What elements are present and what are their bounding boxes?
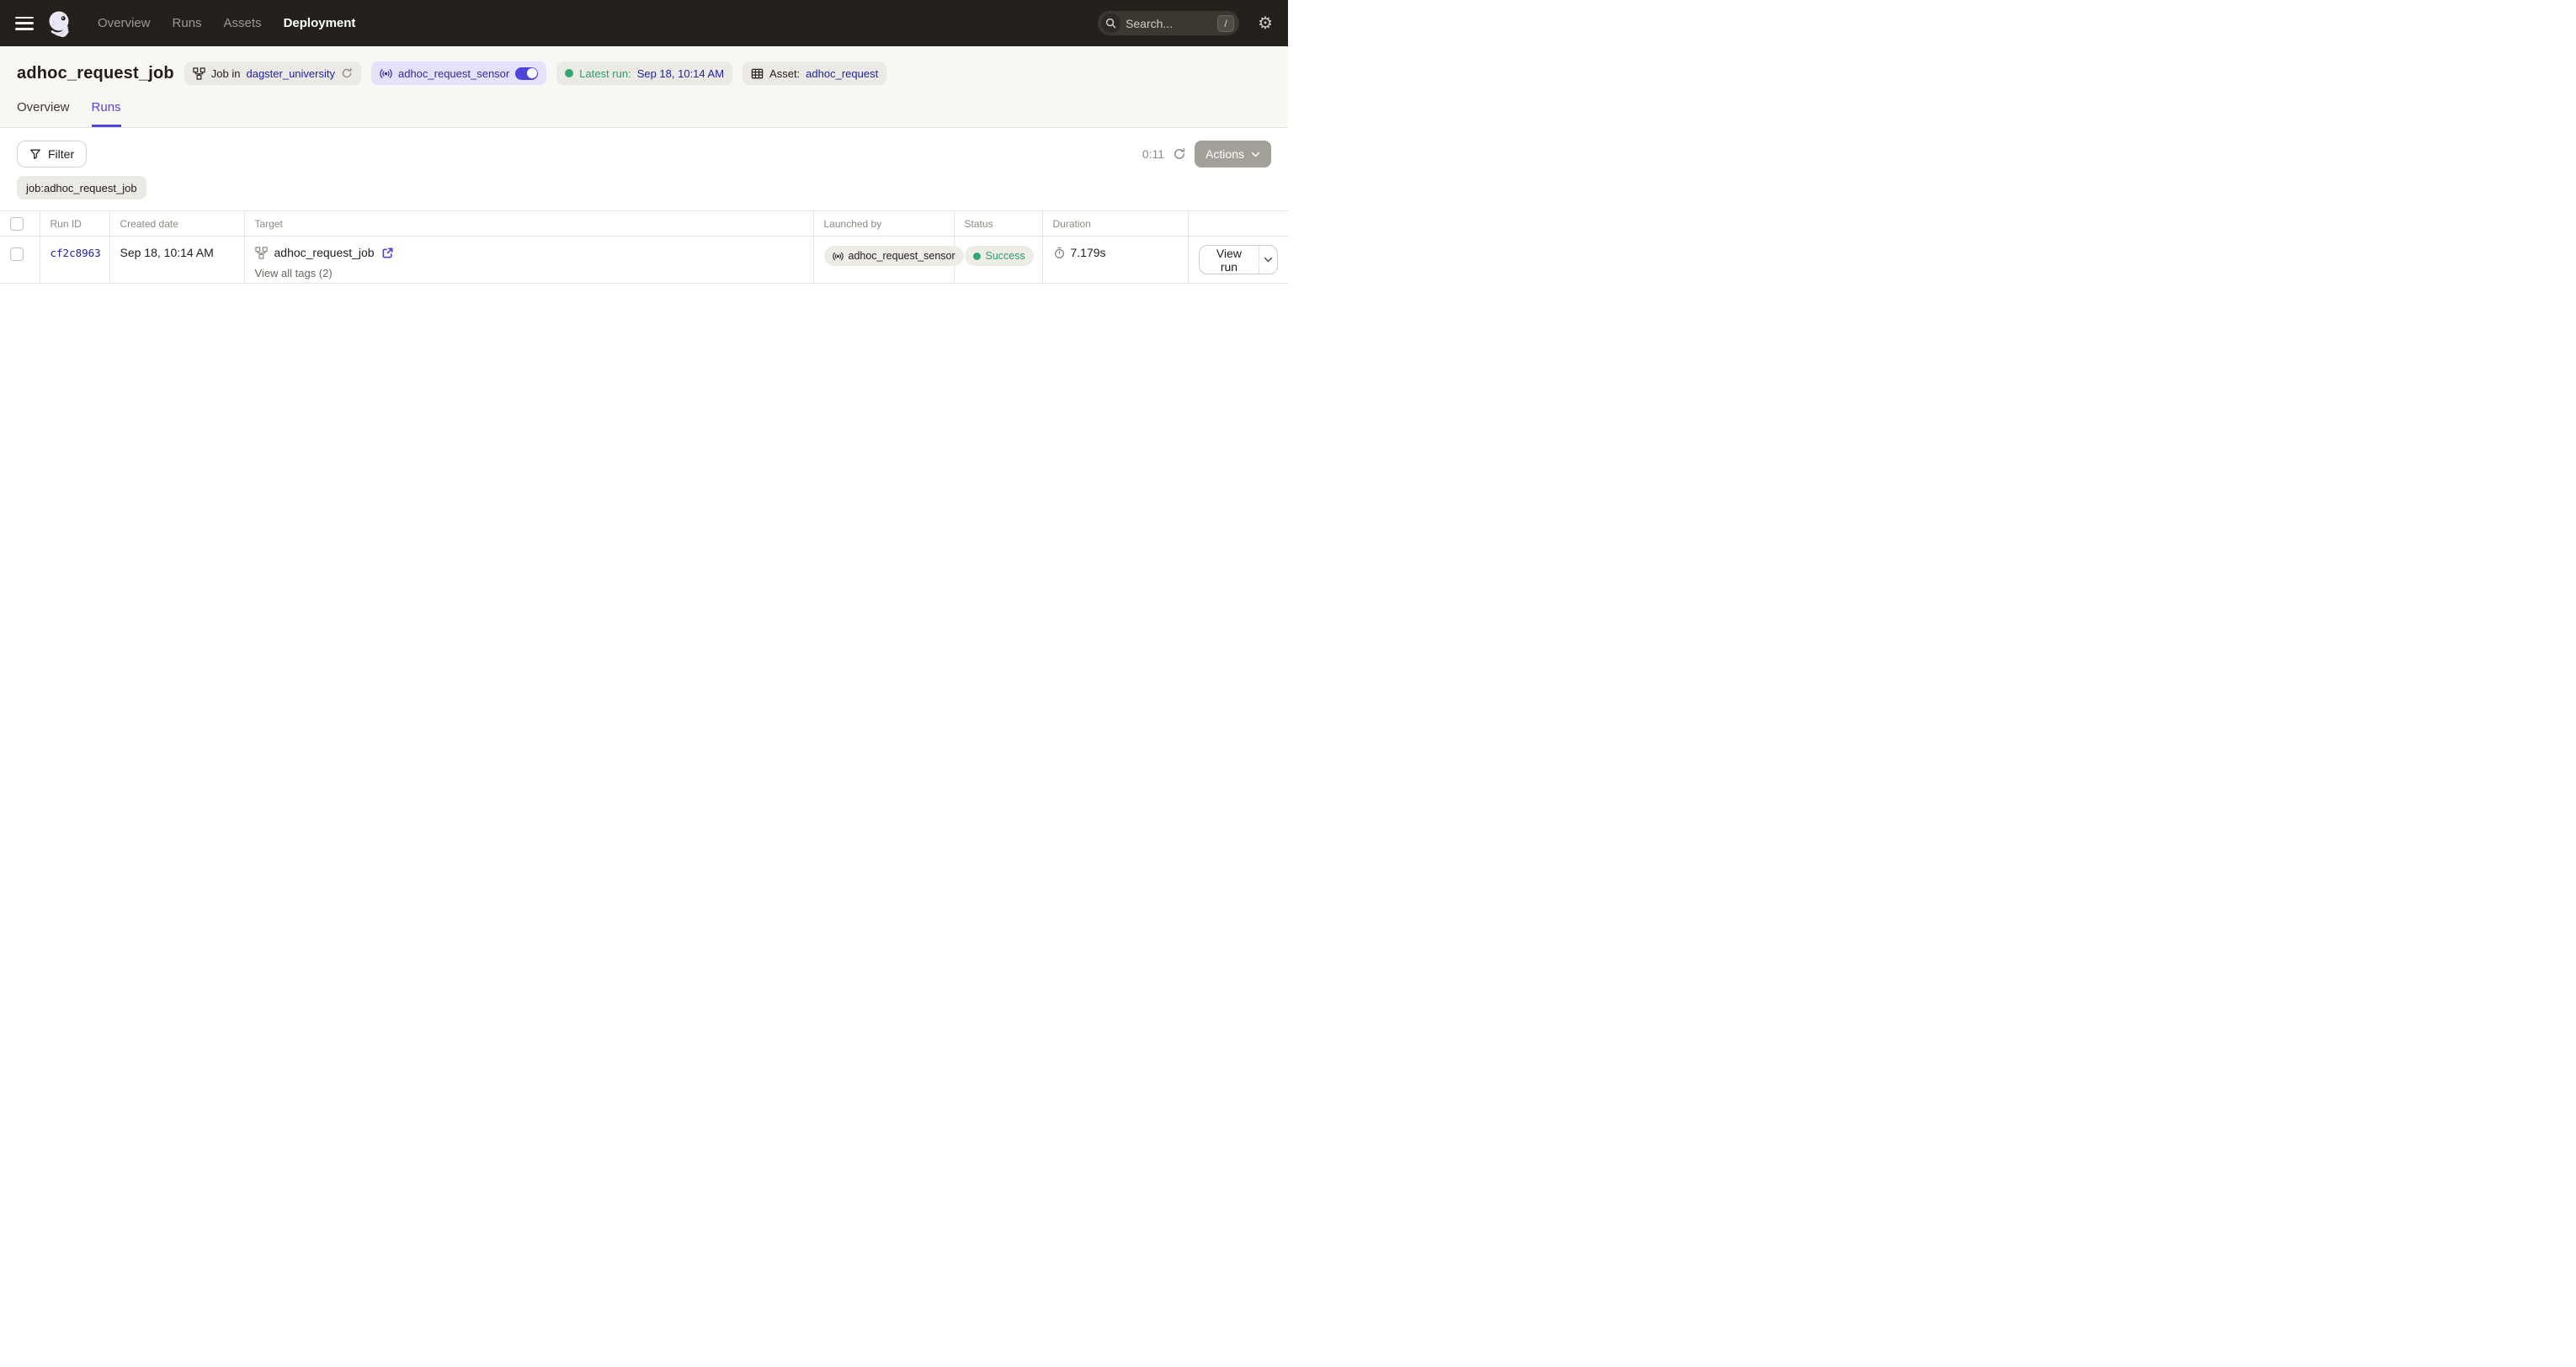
run-id-link[interactable]: cf2c8963: [51, 247, 101, 259]
actions-button-label: Actions: [1206, 147, 1244, 161]
global-search[interactable]: /: [1098, 11, 1239, 35]
filter-icon: [29, 148, 41, 160]
status-label: Success: [986, 250, 1025, 262]
asset-badge: Asset: adhoc_request: [742, 61, 886, 85]
column-header-created-date: Created date: [109, 211, 244, 237]
asset-icon: [751, 67, 764, 80]
tab-overview[interactable]: Overview: [17, 100, 70, 127]
nav-item-assets[interactable]: Assets: [224, 16, 262, 30]
sensor-icon: [380, 67, 392, 80]
job-badge: Job in dagster_university: [184, 61, 361, 85]
timer-icon: [1053, 247, 1066, 259]
top-navigation: Overview Runs Assets Deployment / ⚙: [0, 0, 1288, 46]
status-dot-icon: [973, 253, 981, 260]
refresh-icon[interactable]: [1173, 147, 1186, 161]
runs-table: Run ID Created date Target Launched by S…: [0, 210, 1288, 284]
page-header: adhoc_request_job Job in dagster_univers…: [0, 46, 1288, 128]
created-date: Sep 18, 10:14 AM: [120, 246, 214, 259]
view-run-dropdown-button[interactable]: [1259, 246, 1277, 274]
job-badge-prefix: Job in: [211, 67, 241, 80]
sensor-toggle[interactable]: [515, 67, 538, 80]
column-header-status: Status: [954, 211, 1042, 237]
asset-badge-label: Asset:: [769, 67, 800, 80]
column-header-run-id: Run ID: [40, 211, 109, 237]
sensor-badge: adhoc_request_sensor: [371, 61, 546, 85]
view-run-split-button: View run: [1199, 245, 1279, 274]
latest-run-badge: Latest run: Sep 18, 10:14 AM: [556, 61, 732, 85]
asset-link[interactable]: adhoc_request: [806, 67, 878, 80]
search-icon: [1101, 13, 1120, 33]
sensor-icon: [833, 251, 844, 262]
row-checkbox[interactable]: [10, 247, 24, 261]
nav-item-overview[interactable]: Overview: [98, 16, 151, 30]
active-filters: job:adhoc_request_job: [0, 168, 1288, 210]
launched-by-tag[interactable]: adhoc_request_sensor: [824, 246, 964, 266]
view-all-tags-link[interactable]: View all tags (2): [255, 267, 803, 279]
refresh-icon[interactable]: [341, 67, 353, 79]
external-link-icon[interactable]: [381, 247, 394, 259]
latest-run-link[interactable]: Sep 18, 10:14 AM: [637, 67, 724, 80]
target-job-name[interactable]: adhoc_request_job: [274, 246, 375, 259]
filter-tag-job[interactable]: job:adhoc_request_job: [17, 176, 146, 199]
code-location-link[interactable]: dagster_university: [246, 67, 335, 80]
search-input[interactable]: [1126, 17, 1212, 30]
status-badge: Success: [965, 246, 1034, 266]
column-header-target: Target: [244, 211, 813, 237]
page-title: adhoc_request_job: [17, 64, 174, 83]
actions-button[interactable]: Actions: [1195, 141, 1271, 168]
table-row: cf2c8963 Sep 18, 10:14 AM adhoc_request_…: [0, 237, 1288, 284]
launched-by-name: adhoc_request_sensor: [849, 250, 955, 262]
tab-runs[interactable]: Runs: [92, 100, 121, 127]
column-header-launched-by: Launched by: [813, 211, 954, 237]
nav-item-deployment[interactable]: Deployment: [284, 16, 356, 30]
job-icon: [193, 67, 205, 80]
primary-nav: Overview Runs Assets Deployment: [98, 16, 355, 30]
table-header-row: Run ID Created date Target Launched by S…: [0, 211, 1288, 237]
menu-icon[interactable]: [15, 17, 34, 30]
filter-button[interactable]: Filter: [17, 141, 87, 168]
chevron-down-icon: [1264, 255, 1273, 264]
job-icon: [255, 247, 268, 259]
duration-value: 7.179s: [1071, 246, 1106, 259]
gear-icon[interactable]: ⚙: [1258, 15, 1273, 32]
sensor-name[interactable]: adhoc_request_sensor: [398, 67, 509, 80]
nav-item-runs[interactable]: Runs: [173, 16, 202, 30]
chevron-down-icon: [1251, 150, 1260, 159]
status-dot-icon: [565, 69, 573, 77]
column-header-duration: Duration: [1042, 211, 1188, 237]
refresh-countdown: 0:11: [1142, 147, 1164, 161]
tab-bar: Overview Runs: [17, 100, 1271, 127]
select-all-checkbox[interactable]: [10, 217, 24, 231]
slash-shortcut-badge: /: [1217, 15, 1234, 32]
filter-button-label: Filter: [48, 147, 74, 161]
dagster-logo: [45, 9, 74, 38]
view-run-button[interactable]: View run: [1200, 246, 1259, 274]
run-duration: 7.179s: [1053, 246, 1106, 259]
latest-run-label: Latest run:: [579, 67, 631, 80]
runs-toolbar: Filter 0:11 Actions: [0, 128, 1288, 168]
